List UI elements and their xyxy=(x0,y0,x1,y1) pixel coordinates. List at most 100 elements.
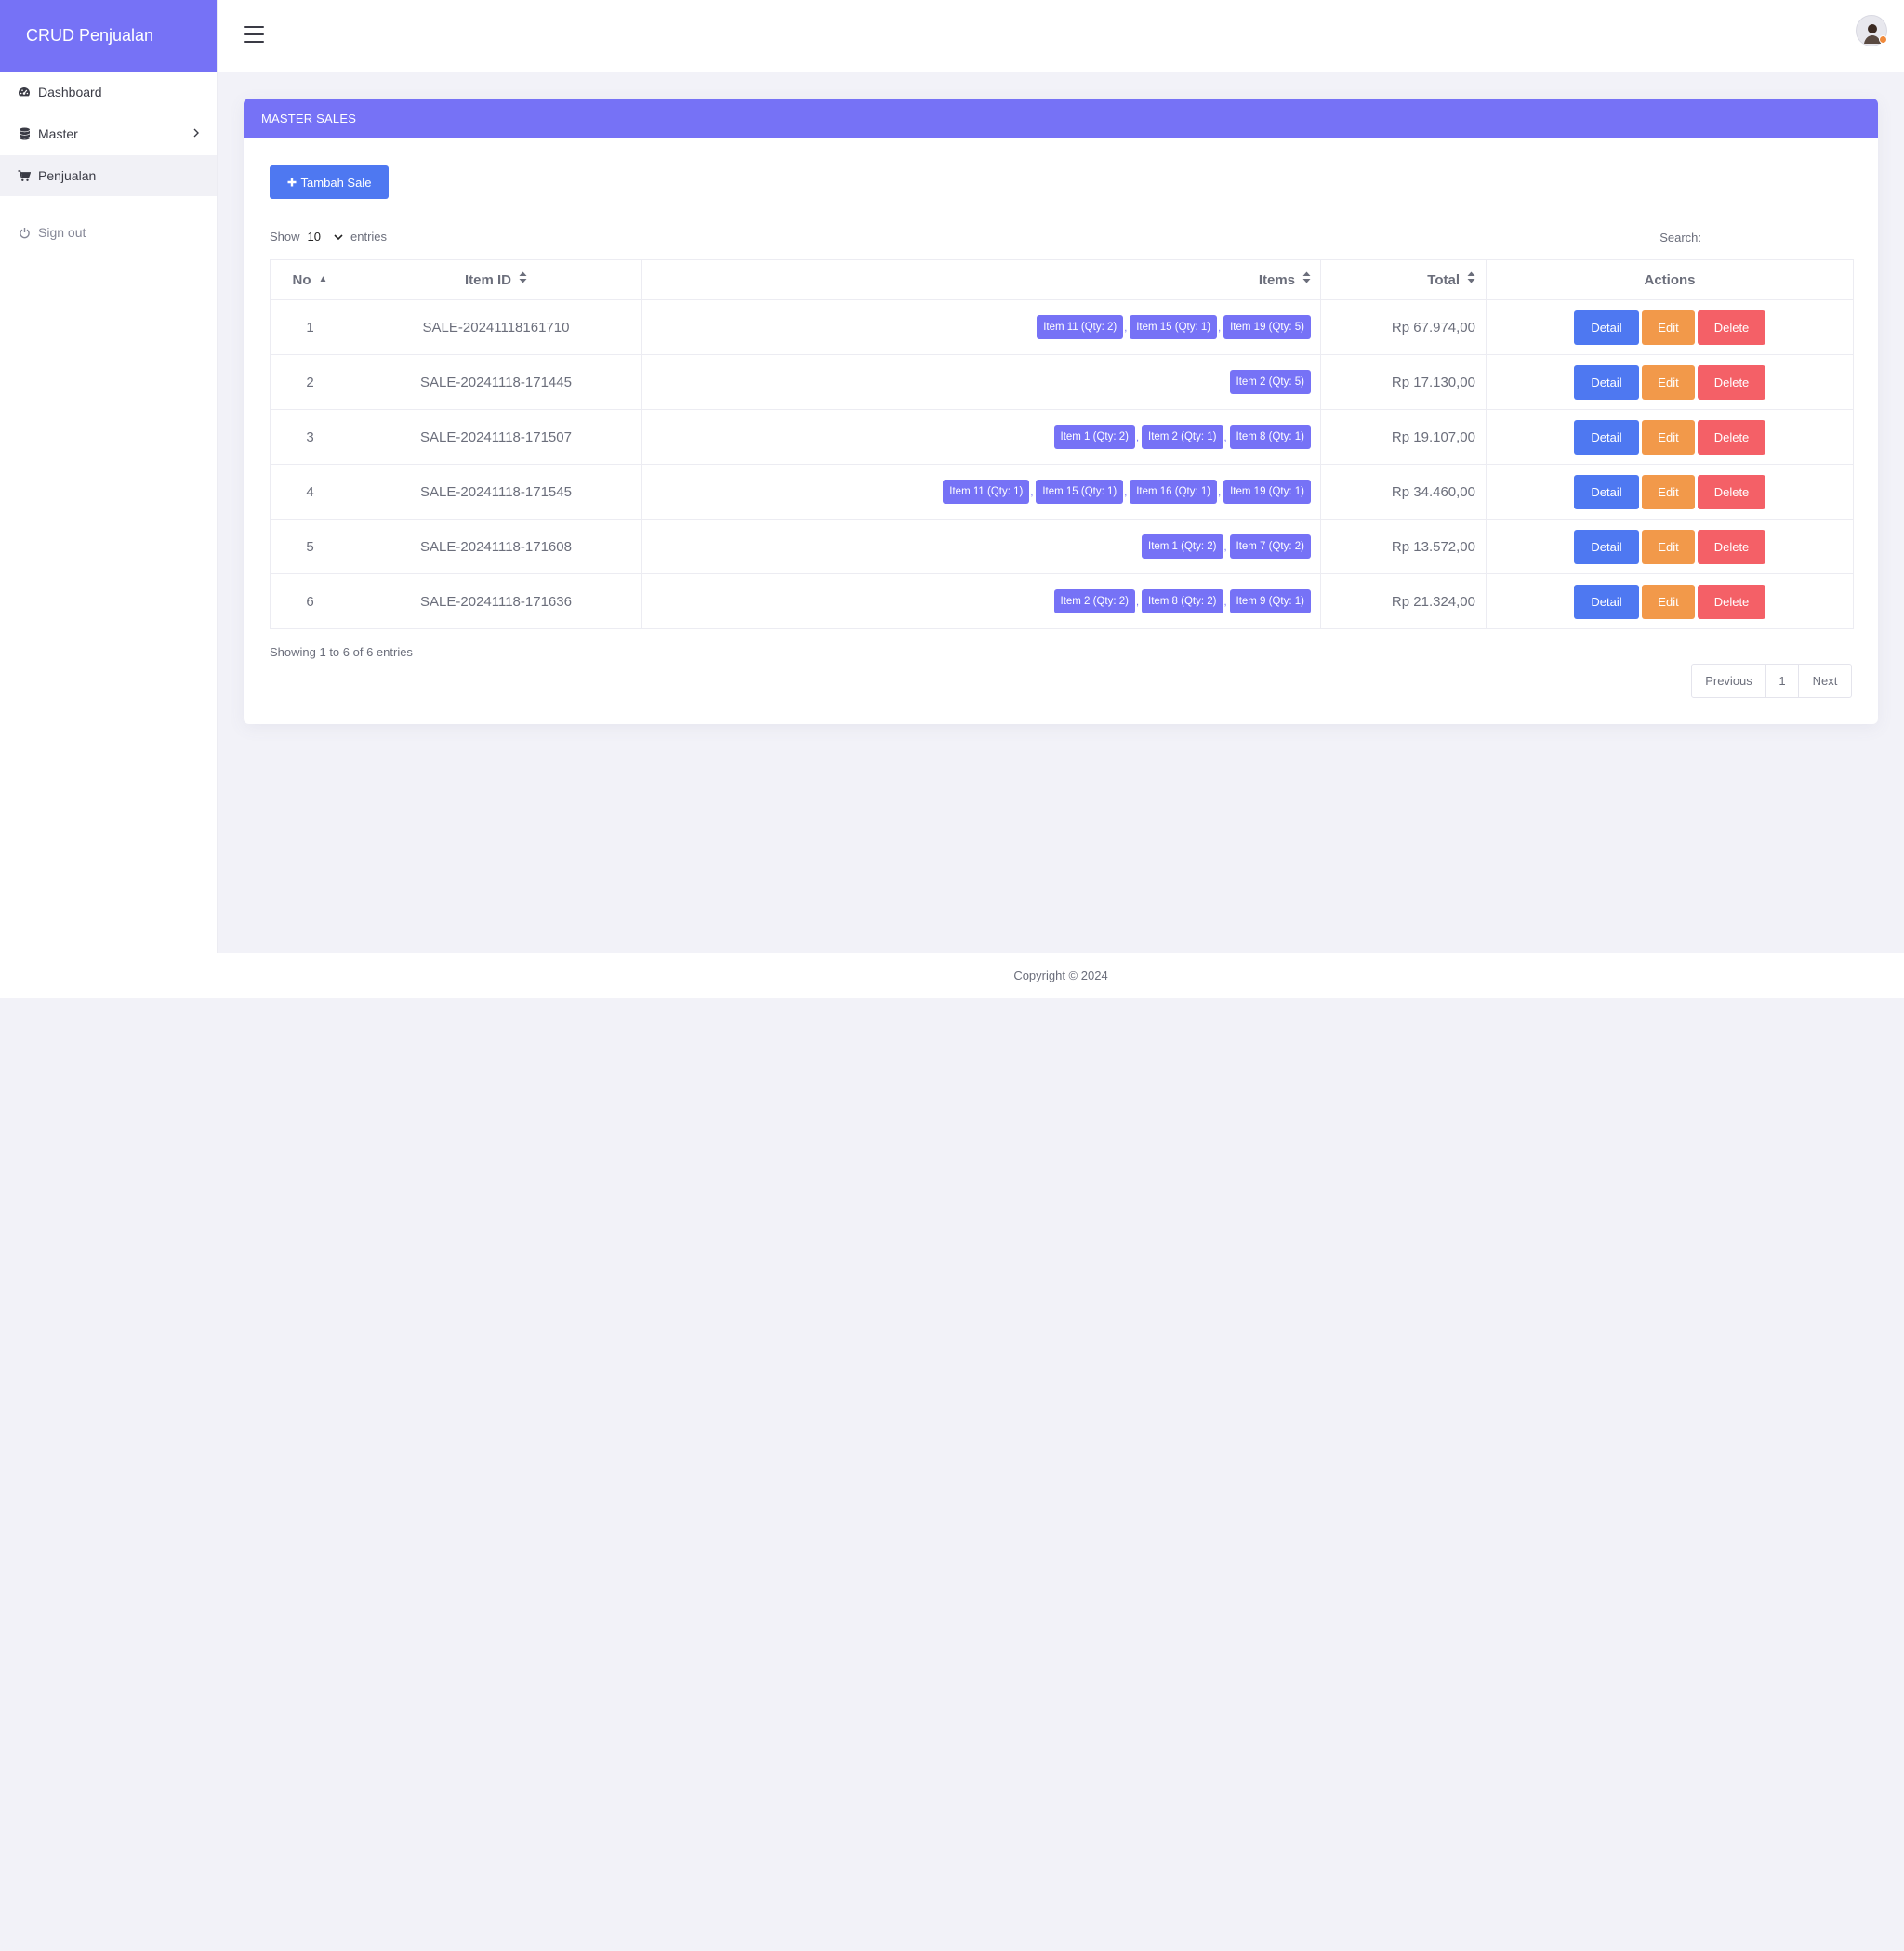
edit-button[interactable]: Edit xyxy=(1642,474,1695,509)
cell-total: Rp 19.107,00 xyxy=(1320,409,1487,465)
item-badge: Item 16 (Qty: 1) xyxy=(1124,480,1218,505)
item-badge: Item 19 (Qty: 1) xyxy=(1218,480,1311,505)
delete-button[interactable]: Delete xyxy=(1698,474,1765,509)
menu-icon[interactable] xyxy=(244,26,264,43)
table-row: 3SALE-20241118-171507Item 1 (Qty: 2)Item… xyxy=(270,409,1854,465)
cell-actions: Detail Edit Delete xyxy=(1486,354,1854,410)
column-label: Total xyxy=(1427,272,1460,288)
entries-value: 10 xyxy=(307,230,321,244)
entries-select[interactable]: 10 xyxy=(308,230,343,244)
status-dot xyxy=(1879,35,1887,44)
pagination-page[interactable]: 1 xyxy=(1766,665,1799,697)
cell-item-id: SALE-20241118-171636 xyxy=(350,573,642,629)
cell-actions: Detail Edit Delete xyxy=(1486,573,1854,629)
chevron-right-icon xyxy=(192,126,200,142)
cell-actions: Detail Edit Delete xyxy=(1486,519,1854,574)
cell-total: Rp 17.130,00 xyxy=(1320,354,1487,410)
cell-no: 1 xyxy=(270,299,350,355)
avatar[interactable] xyxy=(1856,15,1887,46)
cell-actions: Detail Edit Delete xyxy=(1486,299,1854,355)
column-header-total[interactable]: Total xyxy=(1320,259,1487,300)
cell-items: Item 2 (Qty: 5) xyxy=(641,354,1321,410)
entries-label: entries xyxy=(350,230,388,244)
detail-button[interactable]: Detail xyxy=(1574,364,1639,400)
detail-button[interactable]: Detail xyxy=(1574,419,1639,455)
cell-items: Item 2 (Qty: 2)Item 8 (Qty: 2)Item 9 (Qt… xyxy=(641,573,1321,629)
delete-button[interactable]: Delete xyxy=(1698,310,1765,345)
pagination-previous[interactable]: Previous xyxy=(1692,665,1766,697)
delete-button[interactable]: Delete xyxy=(1698,419,1765,455)
table-row: 6SALE-20241118-171636Item 2 (Qty: 2)Item… xyxy=(270,573,1854,629)
item-badge: Item 19 (Qty: 5) xyxy=(1218,315,1311,340)
dashboard-icon xyxy=(18,86,31,99)
cell-total: Rp 67.974,00 xyxy=(1320,299,1487,355)
search-label: Search: xyxy=(1659,231,1701,244)
master-sales-card: MASTER SALES Tambah Sale Show 10 entries… xyxy=(244,99,1878,724)
show-label: Show xyxy=(270,230,300,244)
edit-button[interactable]: Edit xyxy=(1642,310,1695,345)
table-row: 5SALE-20241118-171608Item 1 (Qty: 2)Item… xyxy=(270,519,1854,574)
table-row: 1SALE-20241118161710Item 11 (Qty: 2)Item… xyxy=(270,299,1854,355)
item-badge: Item 15 (Qty: 1) xyxy=(1124,315,1218,340)
item-badge: Item 7 (Qty: 2) xyxy=(1224,534,1311,560)
sidebar-item-penjualan[interactable]: Penjualan xyxy=(0,155,217,196)
pagination-next[interactable]: Next xyxy=(1799,665,1851,697)
item-badge: Item 8 (Qty: 2) xyxy=(1136,589,1223,614)
sort-asc-icon: ▲ xyxy=(318,273,328,284)
cell-items: Item 1 (Qty: 2)Item 7 (Qty: 2) xyxy=(641,519,1321,574)
column-header-actions: Actions xyxy=(1486,259,1854,300)
edit-button[interactable]: Edit xyxy=(1642,584,1695,619)
chevron-down-icon xyxy=(334,230,343,244)
delete-button[interactable]: Delete xyxy=(1698,584,1765,619)
item-badge: Item 15 (Qty: 1) xyxy=(1030,480,1124,505)
sort-icon xyxy=(1467,271,1475,286)
detail-button[interactable]: Detail xyxy=(1574,529,1639,564)
cell-item-id: SALE-20241118-171545 xyxy=(350,464,642,520)
item-badge: Item 2 (Qty: 1) xyxy=(1136,425,1223,450)
column-header-no[interactable]: No ▲ xyxy=(270,259,350,300)
power-icon xyxy=(18,226,31,239)
cart-icon xyxy=(18,169,31,182)
table-info: Showing 1 to 6 of 6 entries xyxy=(270,645,413,659)
delete-button[interactable]: Delete xyxy=(1698,529,1765,564)
cell-actions: Detail Edit Delete xyxy=(1486,464,1854,520)
column-header-items[interactable]: Items xyxy=(641,259,1321,300)
edit-button[interactable]: Edit xyxy=(1642,529,1695,564)
plus-icon xyxy=(287,176,297,190)
cell-total: Rp 21.324,00 xyxy=(1320,573,1487,629)
edit-button[interactable]: Edit xyxy=(1642,419,1695,455)
sort-icon xyxy=(519,271,527,286)
item-badge: Item 11 (Qty: 2) xyxy=(1037,315,1124,339)
detail-button[interactable]: Detail xyxy=(1574,310,1639,345)
table-header-row: No ▲ Item ID Items Total Actions xyxy=(270,259,1854,300)
sidebar-item-dashboard[interactable]: Dashboard xyxy=(0,72,217,112)
sidebar-item-label: Penjualan xyxy=(38,168,97,183)
cell-items: Item 1 (Qty: 2)Item 2 (Qty: 1)Item 8 (Qt… xyxy=(641,409,1321,465)
delete-button[interactable]: Delete xyxy=(1698,364,1765,400)
column-header-item-id[interactable]: Item ID xyxy=(350,259,642,300)
item-badge: Item 8 (Qty: 1) xyxy=(1224,425,1311,450)
sidebar-item-label: Sign out xyxy=(38,225,86,240)
sidebar-item-master[interactable]: Master xyxy=(0,113,217,154)
sort-icon xyxy=(1302,271,1311,286)
cell-no: 5 xyxy=(270,519,350,574)
sidebar-item-signout[interactable]: Sign out xyxy=(0,212,217,253)
brand-title[interactable]: CRUD Penjualan xyxy=(0,0,217,72)
detail-button[interactable]: Detail xyxy=(1574,474,1639,509)
sidebar-item-label: Master xyxy=(38,126,78,141)
card-title: MASTER SALES xyxy=(244,99,1878,138)
edit-button[interactable]: Edit xyxy=(1642,364,1695,400)
column-label: Items xyxy=(1258,272,1295,288)
add-sale-label: Tambah Sale xyxy=(300,175,372,190)
cell-items: Item 11 (Qty: 2)Item 15 (Qty: 1)Item 19 … xyxy=(641,299,1321,355)
sidebar: CRUD Penjualan Dashboard Master Penjuala… xyxy=(0,0,218,953)
detail-button[interactable]: Detail xyxy=(1574,584,1639,619)
cell-item-id: SALE-20241118-171608 xyxy=(350,519,642,574)
pagination: Previous 1 Next xyxy=(1691,664,1852,698)
entries-control: Show 10 entries xyxy=(270,230,387,244)
add-sale-button[interactable]: Tambah Sale xyxy=(270,165,389,199)
database-icon xyxy=(18,127,31,140)
column-label: No xyxy=(292,271,311,288)
cell-no: 6 xyxy=(270,573,350,629)
sidebar-item-label: Dashboard xyxy=(38,85,102,99)
